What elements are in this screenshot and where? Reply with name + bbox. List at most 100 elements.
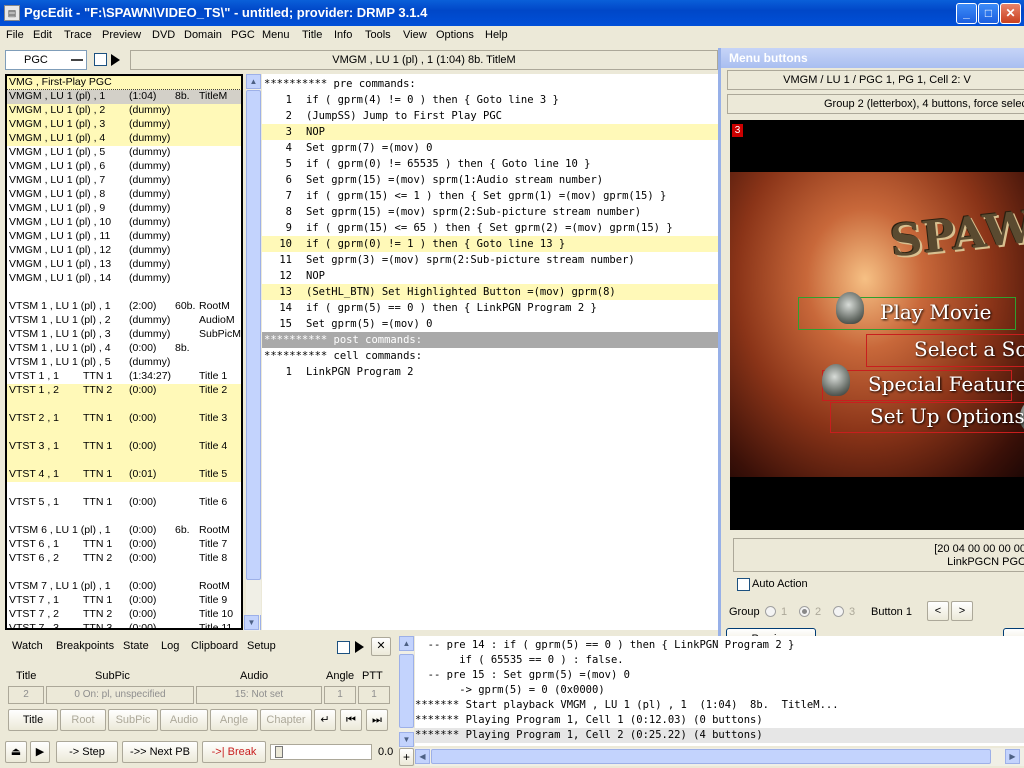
maximize-button[interactable]: □ [978, 3, 999, 24]
scroll-right-icon[interactable]: ▶ [1005, 749, 1020, 764]
pgc-list-row[interactable] [7, 566, 241, 580]
pgc-combo[interactable]: PGC [5, 50, 87, 70]
menu-trace[interactable]: Trace [64, 29, 92, 41]
scroll-thumb[interactable] [246, 90, 261, 580]
close-button[interactable]: ✕ [1000, 3, 1021, 24]
pgc-list-row[interactable]: VMGM , LU 1 (pl) , 13 (dummy) [7, 258, 241, 272]
pgc-list-row[interactable]: VMGM , LU 1 (pl) , 2 (dummy) [7, 104, 241, 118]
pgc-list-scrollbar[interactable]: ▲ ▼ [246, 74, 261, 630]
play-icon[interactable] [111, 54, 120, 66]
pgc-list-row[interactable]: VTST 6 , 2 TTN 2 (0:00) Title 8 [7, 552, 241, 566]
menu-tools[interactable]: Tools [365, 29, 391, 41]
group-radio-3[interactable] [833, 606, 844, 617]
scroll-down-icon[interactable]: ▼ [399, 732, 414, 747]
pgc-list-row[interactable]: VMGM , LU 1 (pl) , 5 (dummy) [7, 146, 241, 160]
command-line[interactable]: 2 (JumpSS) Jump to First Play PGC [262, 108, 718, 124]
pgc-list-row[interactable]: VTSM 6 , LU 1 (pl) , 1 (0:00) 6b. RootM [7, 524, 241, 538]
pgc-list-row[interactable]: VTST 5 , 1 TTN 1 (0:00) Title 6 [7, 496, 241, 510]
next-button[interactable]: > [951, 601, 973, 621]
command-line[interactable]: 9 if ( gprm(15) <= 65 ) then { Set gprm(2… [262, 220, 718, 236]
log-h-scrollbar[interactable]: ◀ ▶ [415, 748, 1024, 766]
prev-chapter-icon[interactable]: ⏮ [340, 709, 362, 731]
menu-dvd[interactable]: DVD [152, 29, 175, 41]
next-chapter-icon[interactable]: ⏭ [366, 709, 388, 731]
pgc-list-row[interactable]: VMGM , LU 1 (pl) , 6 (dummy) [7, 160, 241, 174]
menu-title[interactable]: Title [302, 29, 322, 41]
close-x-icon[interactable]: ✕ [371, 637, 391, 656]
command-line[interactable]: 3 NOP [262, 124, 718, 140]
menu-file[interactable]: File [6, 29, 24, 41]
command-line[interactable]: 10 if ( gprm(0) != 1 ) then { Goto line 1… [262, 236, 718, 252]
pgc-list-row[interactable]: VMGM , LU 1 (pl) , 8 (dummy) [7, 188, 241, 202]
pgc-list-row[interactable]: VTSM 1 , LU 1 (pl) , 2 (dummy) AudioM [7, 314, 241, 328]
command-line[interactable]: 4 Set gprm(7) =(mov) 0 [262, 140, 718, 156]
menu-info[interactable]: Info [334, 29, 352, 41]
tab-watch[interactable]: Watch [12, 640, 43, 652]
group-radio-1[interactable] [765, 606, 776, 617]
goto-root-button[interactable]: Root [60, 709, 106, 731]
trace-log[interactable]: -- pre 14 : if ( gprm(5) == 0 ) then { L… [415, 636, 1024, 746]
step-button[interactable]: -> Step [56, 741, 118, 763]
speed-slider[interactable] [270, 744, 372, 760]
tab-state[interactable]: State [123, 640, 149, 652]
pgc-list-row[interactable]: VTSM 7 , LU 1 (pl) , 1 (0:00) RootM [7, 580, 241, 594]
goto-audio-button[interactable]: Audio [160, 709, 208, 731]
goto-chapter-button[interactable]: Chapter [260, 709, 312, 731]
pgc-list-row[interactable] [7, 286, 241, 300]
command-list[interactable]: ********** pre commands: 1 if ( gprm(4) !=… [262, 74, 718, 630]
pgc-list-row[interactable]: VMGM , LU 1 (pl) , 7 (dummy) [7, 174, 241, 188]
scroll-left-icon[interactable]: ◀ [415, 749, 430, 764]
menu-preview-image[interactable]: SPAWN 3 Play Movie Select a Scene Specia… [730, 120, 1024, 530]
pgc-list-row[interactable]: VMG , First-Play PGC [7, 76, 241, 90]
tab-clipboard[interactable]: Clipboard [191, 640, 238, 652]
pgc-list-row[interactable]: VMGM , LU 1 (pl) , 14 (dummy) [7, 272, 241, 286]
log-checkbox[interactable] [337, 641, 350, 654]
pgc-list-row[interactable] [7, 398, 241, 412]
goto-subpic-button[interactable]: SubPic [108, 709, 158, 731]
pgc-list-row[interactable] [7, 454, 241, 468]
return-icon[interactable]: ↵ [314, 709, 336, 731]
tab-breakpoints[interactable]: Breakpoints [56, 640, 114, 652]
command-line[interactable]: 11 Set gprm(3) =(mov) sprm(2:Sub-picture … [262, 252, 718, 268]
scroll-thumb[interactable] [431, 749, 991, 764]
menu-edit[interactable]: Edit [33, 29, 52, 41]
pgc-list[interactable]: VMG , First-Play PGC VMGM , LU 1 (pl) , 1… [5, 74, 243, 630]
command-line[interactable]: 12 NOP [262, 268, 718, 284]
break-button[interactable]: ->| Break [202, 741, 266, 763]
pgc-list-row[interactable]: VMGM , LU 1 (pl) , 10 (dummy) [7, 216, 241, 230]
menu-pgc[interactable]: PGC [231, 29, 255, 41]
pgc-list-row[interactable]: VTST 6 , 1 TTN 1 (0:00) Title 7 [7, 538, 241, 552]
pgc-list-row[interactable]: VTST 1 , 2 TTN 2 (0:00) Title 2 [7, 384, 241, 398]
menu-menu[interactable]: Menu [262, 29, 290, 41]
tab-log[interactable]: Log [161, 640, 179, 652]
pgc-list-row[interactable]: VTST 3 , 1 TTN 1 (0:00) Title 4 [7, 440, 241, 454]
pgc-list-row[interactable]: VMGM , LU 1 (pl) , 1 (1:04) 8b. TitleM [7, 89, 241, 105]
pgc-list-row[interactable]: VMGM , LU 1 (pl) , 3 (dummy) [7, 118, 241, 132]
pgc-list-row[interactable]: VTST 7 , 1 TTN 1 (0:00) Title 9 [7, 594, 241, 608]
pgc-list-row[interactable]: VTST 7 , 3 TTN 3 (0:00) Title 11 [7, 622, 241, 628]
command-line[interactable]: 1 LinkPGN Program 2 [262, 364, 718, 380]
pgc-list-row[interactable]: VTST 4 , 1 TTN 1 (0:01) Title 5 [7, 468, 241, 482]
command-line[interactable]: 14 if ( gprm(5) == 0 ) then { LinkPGN Pro… [262, 300, 718, 316]
goto-title-button[interactable]: Title [8, 709, 58, 731]
scroll-up-icon[interactable]: ▲ [399, 636, 414, 651]
scroll-up-icon[interactable]: ▲ [246, 74, 261, 89]
pgc-list-row[interactable]: VTSM 1 , LU 1 (pl) , 1 (2:00) 60b. RootM [7, 300, 241, 314]
pgc-list-row[interactable]: VTSM 1 , LU 1 (pl) , 3 (dummy) SubPicM [7, 328, 241, 342]
pgc-list-row[interactable]: VMGM , LU 1 (pl) , 12 (dummy) [7, 244, 241, 258]
eject-icon[interactable]: ⏏ [5, 741, 27, 763]
goto-angle-button[interactable]: Angle [210, 709, 258, 731]
play-icon[interactable]: ▶ [30, 741, 50, 763]
command-line[interactable]: 8 Set gprm(15) =(mov) sprm(2:Sub-picture … [262, 204, 718, 220]
play-icon[interactable] [355, 641, 364, 653]
minimize-button[interactable]: _ [956, 3, 977, 24]
command-line[interactable]: 1 if ( gprm(4) != 0 ) then { Goto line 3 … [262, 92, 718, 108]
pgc-list-row[interactable]: VTSM 1 , LU 1 (pl) , 4 (0:00) 8b. [7, 342, 241, 356]
trace-checkbox[interactable] [94, 53, 107, 66]
menu-help[interactable]: Help [485, 29, 508, 41]
menu-domain[interactable]: Domain [184, 29, 222, 41]
command-line[interactable]: 5 if ( gprm(0) != 65535 ) then { Goto lin… [262, 156, 718, 172]
log-scrollbar[interactable]: ▲ ▼ [399, 636, 414, 748]
add-icon[interactable]: + [399, 748, 414, 766]
pgc-list-row[interactable]: VTST 1 , 1 TTN 1 (1:34:27) Title 1 [7, 370, 241, 384]
